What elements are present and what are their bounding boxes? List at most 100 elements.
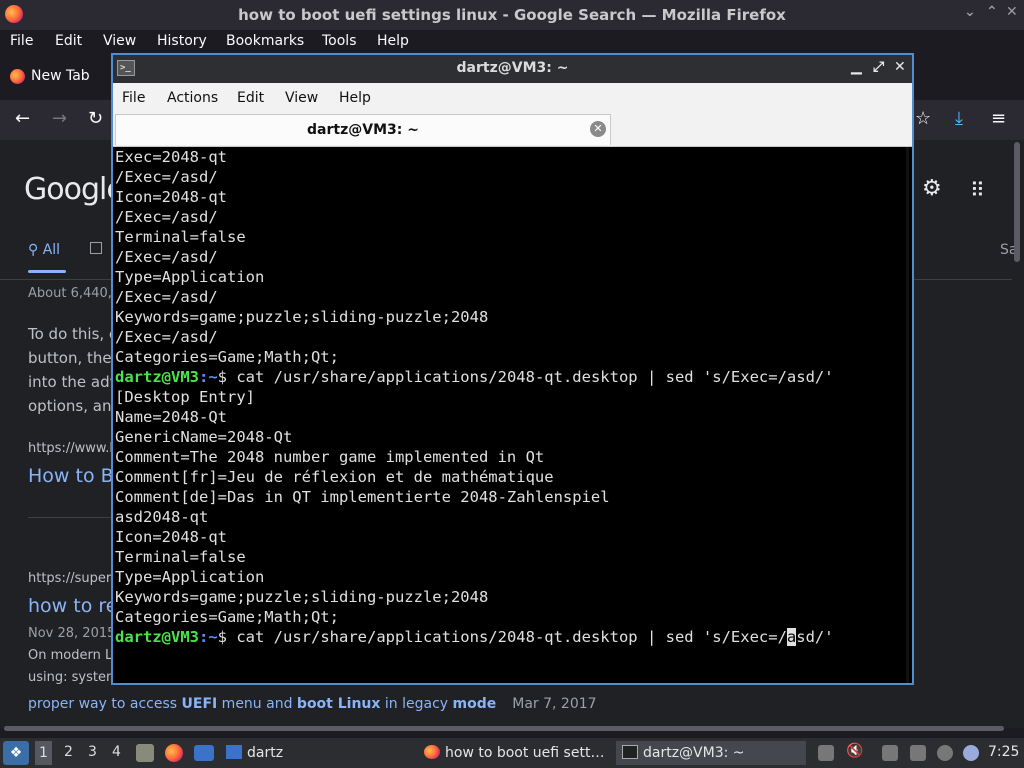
workspace-1[interactable]: 1	[35, 741, 52, 765]
terminal-output-line: Icon=2048-qt	[115, 188, 227, 206]
terminal-tab-label: dartz@VM3: ~	[307, 122, 419, 138]
horizontal-scrollbar[interactable]	[4, 726, 1004, 731]
terminal-menu-edit[interactable]: Edit	[237, 90, 264, 106]
terminal-menu-file[interactable]: File	[122, 90, 145, 106]
menu-view[interactable]: View	[103, 33, 136, 49]
terminal-output-line: asd2048-qt	[115, 508, 209, 526]
prompt-symbol: $	[217, 628, 237, 646]
update-icon[interactable]	[937, 745, 953, 761]
terminal-icon	[622, 745, 638, 759]
workspace-3[interactable]: 3	[88, 744, 97, 768]
terminal-output-line: Categories=Game;Math;Qt;	[115, 348, 339, 366]
workspace-4[interactable]: 4	[112, 744, 121, 768]
vertical-scrollbar[interactable]	[1014, 142, 1020, 262]
terminal-output-line: Type=Application	[115, 268, 265, 286]
prompt-user: dartz@VM3	[115, 368, 199, 386]
terminal-output-line: Exec=2048-qt	[115, 148, 227, 166]
tab-all-indicator	[28, 270, 66, 273]
terminal-menu-help[interactable]: Help	[339, 90, 371, 106]
clipboard-icon[interactable]	[818, 745, 834, 761]
start-menu-button[interactable]: ❖	[3, 741, 29, 765]
firefox-titlebar: how to boot uefi settings linux - Google…	[0, 0, 1024, 30]
tab-new-tab[interactable]: New Tab	[0, 62, 115, 92]
terminal-output-line: [Desktop Entry]	[115, 388, 255, 406]
taskbar-window-label: dartz	[247, 745, 284, 761]
search-icon: ⚲	[28, 242, 39, 258]
reload-icon[interactable]: ↻	[88, 108, 103, 129]
file-manager-launcher-icon[interactable]	[136, 744, 154, 762]
terminal-titlebar: >_ dartz@VM3: ~ ▁ ⤢ ✕	[113, 55, 912, 83]
tab-close-icon[interactable]: ✕	[590, 121, 606, 137]
prompt-path: :~	[199, 628, 218, 646]
videos-tab-icon[interactable]	[90, 242, 102, 254]
terminal-output[interactable]: Exec=2048-qt/Exec=/asd/Icon=2048-qt/Exec…	[114, 147, 910, 683]
tab-all-label: All	[42, 242, 61, 258]
notes-icon[interactable]	[910, 745, 926, 761]
minimize-icon[interactable]: ⌄	[964, 4, 976, 20]
snippet-line: To do this, c	[28, 325, 118, 343]
terminal-output-line: Keywords=game;puzzle;sliding-puzzle;2048	[115, 308, 489, 326]
keyboard-icon[interactable]	[882, 745, 898, 761]
apps-grid-icon[interactable]: ⠿	[970, 178, 985, 202]
result-date: Nov 28, 2015	[28, 626, 116, 641]
taskbar-window-terminal[interactable]: dartz@VM3: ~	[616, 741, 806, 765]
show-desktop-icon[interactable]	[194, 745, 214, 761]
menu-help[interactable]: Help	[377, 33, 409, 49]
related-question-date: Mar 7, 2017	[512, 696, 597, 712]
taskbar: ❖ 1 2 3 4 dartz how to boot uefi sett… d…	[0, 738, 1024, 768]
terminal-output-line: Icon=2048-qt	[115, 528, 227, 546]
folder-icon	[226, 745, 242, 759]
related-question-link[interactable]: proper way to access UEFI menu and boot …	[28, 696, 597, 712]
close-icon[interactable]: ✕	[1006, 4, 1018, 20]
firefox-launcher-icon[interactable]	[165, 744, 183, 762]
terminal-output-line: /Exec=/asd/	[115, 248, 218, 266]
menu-edit[interactable]: Edit	[55, 33, 82, 49]
terminal-tab[interactable]: dartz@VM3: ~ ✕	[115, 114, 611, 145]
menu-file[interactable]: File	[10, 33, 33, 49]
menu-bookmarks[interactable]: Bookmarks	[226, 33, 304, 49]
network-icon[interactable]	[963, 745, 979, 761]
result-cite[interactable]: https://superu	[28, 571, 119, 586]
firefox-icon	[424, 745, 440, 759]
terminal-menu-view[interactable]: View	[285, 90, 318, 106]
terminal-output-line: Name=2048-Qt	[115, 408, 227, 426]
taskbar-window-label: dartz@VM3: ~	[643, 745, 745, 761]
bookmark-star-icon[interactable]: ☆	[915, 108, 931, 129]
terminal-command-line: dartz@VM3:~$ cat /usr/share/applications…	[115, 367, 834, 387]
hamburger-menu-icon[interactable]: ≡	[991, 108, 1006, 129]
result-cite[interactable]: https://www.h	[28, 441, 118, 456]
menu-tools[interactable]: Tools	[322, 33, 357, 49]
terminal-output-line: Terminal=false	[115, 228, 246, 246]
result-title-link[interactable]: How to B	[28, 465, 114, 487]
tab-all[interactable]: ⚲ All	[28, 242, 60, 258]
snippet-line: into the adv	[28, 373, 119, 391]
close-icon[interactable]: ✕	[894, 59, 906, 75]
link-text-bold: boot Linux	[296, 696, 381, 712]
maximize-icon[interactable]: ⌃	[986, 4, 998, 20]
taskbar-window-firefox[interactable]: how to boot uefi sett…	[424, 741, 604, 765]
terminal-menu-actions[interactable]: Actions	[167, 90, 218, 106]
google-logo[interactable]: Google	[24, 172, 125, 207]
maximize-icon[interactable]: ⤢	[873, 59, 884, 75]
back-arrow-icon[interactable]: ←	[15, 108, 30, 129]
link-text-bold: UEFI	[181, 696, 218, 712]
prompt-path: :~	[199, 368, 218, 386]
window-title: how to boot uefi settings linux - Google…	[238, 6, 786, 24]
desktop: how to boot uefi settings linux - Google…	[0, 0, 1024, 768]
taskbar-window-folder[interactable]: dartz	[226, 741, 283, 765]
volume-muted-icon[interactable]: 🔇	[846, 743, 863, 759]
menu-history[interactable]: History	[157, 33, 207, 49]
terminal-scrollbar[interactable]	[906, 147, 909, 683]
link-text: menu and	[217, 696, 297, 712]
firefox-menubar: File Edit View History Bookmarks Tools H…	[0, 30, 1024, 54]
terminal-output-line: GenericName=2048-Qt	[115, 428, 293, 446]
result-title-link[interactable]: how to re	[28, 595, 117, 617]
terminal-output-line: Comment=The 2048 number game implemented…	[115, 448, 545, 466]
settings-gear-icon[interactable]: ⚙	[922, 176, 942, 201]
terminal-menubar: File Actions Edit View Help	[113, 83, 912, 113]
text-cursor: a	[786, 628, 797, 646]
workspace-2[interactable]: 2	[64, 744, 73, 768]
minimize-icon[interactable]: ▁	[851, 59, 862, 75]
download-icon[interactable]: ⤓	[955, 108, 963, 129]
forward-arrow-icon[interactable]: →	[52, 108, 67, 129]
